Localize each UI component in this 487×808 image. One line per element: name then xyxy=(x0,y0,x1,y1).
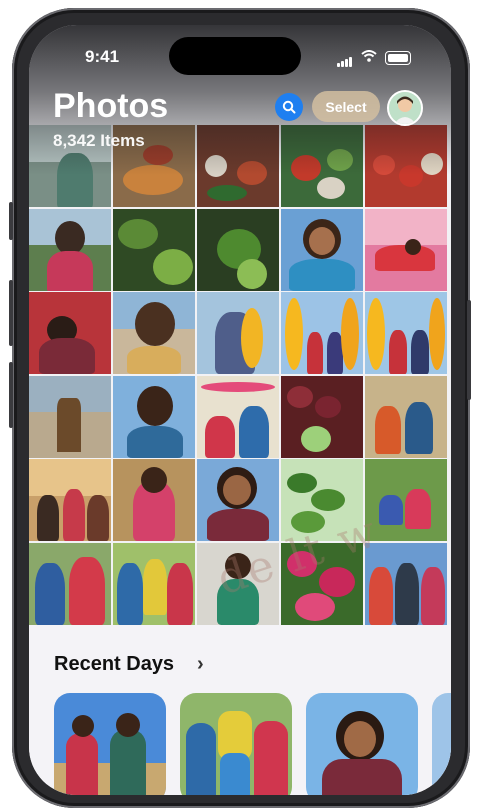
photo-tile[interactable] xyxy=(29,292,112,374)
cellular-signal-icon xyxy=(337,49,353,67)
photo-tile[interactable] xyxy=(280,375,364,458)
page-title: Photos xyxy=(53,87,169,125)
photo-tile[interactable] xyxy=(29,208,112,291)
photo-grid xyxy=(29,125,451,625)
profile-avatar[interactable] xyxy=(387,90,423,126)
item-count: 8,342 Items xyxy=(53,131,145,150)
photo-tile[interactable] xyxy=(196,208,280,291)
volume-up-button xyxy=(9,280,13,346)
photo-tile[interactable] xyxy=(364,459,447,541)
select-button[interactable]: Select xyxy=(312,91,380,122)
photo-tile[interactable] xyxy=(112,542,196,625)
dynamic-island xyxy=(169,37,301,75)
photo-tile[interactable] xyxy=(112,375,196,458)
photo-tile[interactable] xyxy=(112,459,196,541)
photo-tile[interactable] xyxy=(29,375,112,458)
status-time: 9:41 xyxy=(85,47,120,66)
photo-tile[interactable] xyxy=(196,542,280,625)
chevron-right-icon[interactable]: › xyxy=(197,653,204,676)
photo-tile[interactable] xyxy=(29,459,112,541)
wifi-icon xyxy=(361,49,377,67)
photo-tile[interactable] xyxy=(196,292,280,374)
photos-screen: 9:41 Photos 8,342 Items Select Recent Da… xyxy=(29,25,451,795)
avatar-icon xyxy=(389,92,421,124)
search-icon xyxy=(282,100,296,114)
action-button xyxy=(9,202,13,240)
recent-days-title[interactable]: Recent Days xyxy=(54,653,174,676)
photo-tile[interactable] xyxy=(280,292,364,374)
recent-days-section: Recent Days › xyxy=(29,625,451,795)
photo-tile[interactable] xyxy=(280,542,364,625)
photo-tile[interactable] xyxy=(29,542,112,625)
search-button[interactable] xyxy=(275,93,303,121)
photo-tile[interactable] xyxy=(364,292,447,374)
photo-tile[interactable] xyxy=(196,375,280,458)
power-button xyxy=(467,300,471,400)
volume-down-button xyxy=(9,362,13,428)
photo-tile[interactable] xyxy=(364,208,447,291)
photo-tile[interactable] xyxy=(364,542,447,625)
battery-icon xyxy=(385,51,411,65)
photo-tile[interactable] xyxy=(280,459,364,541)
photo-tile[interactable] xyxy=(280,208,364,291)
photo-tile[interactable] xyxy=(196,459,280,541)
photo-tile[interactable] xyxy=(112,208,196,291)
photo-tile[interactable] xyxy=(112,292,196,374)
status-icons xyxy=(337,49,411,67)
photo-tile[interactable] xyxy=(364,375,447,458)
